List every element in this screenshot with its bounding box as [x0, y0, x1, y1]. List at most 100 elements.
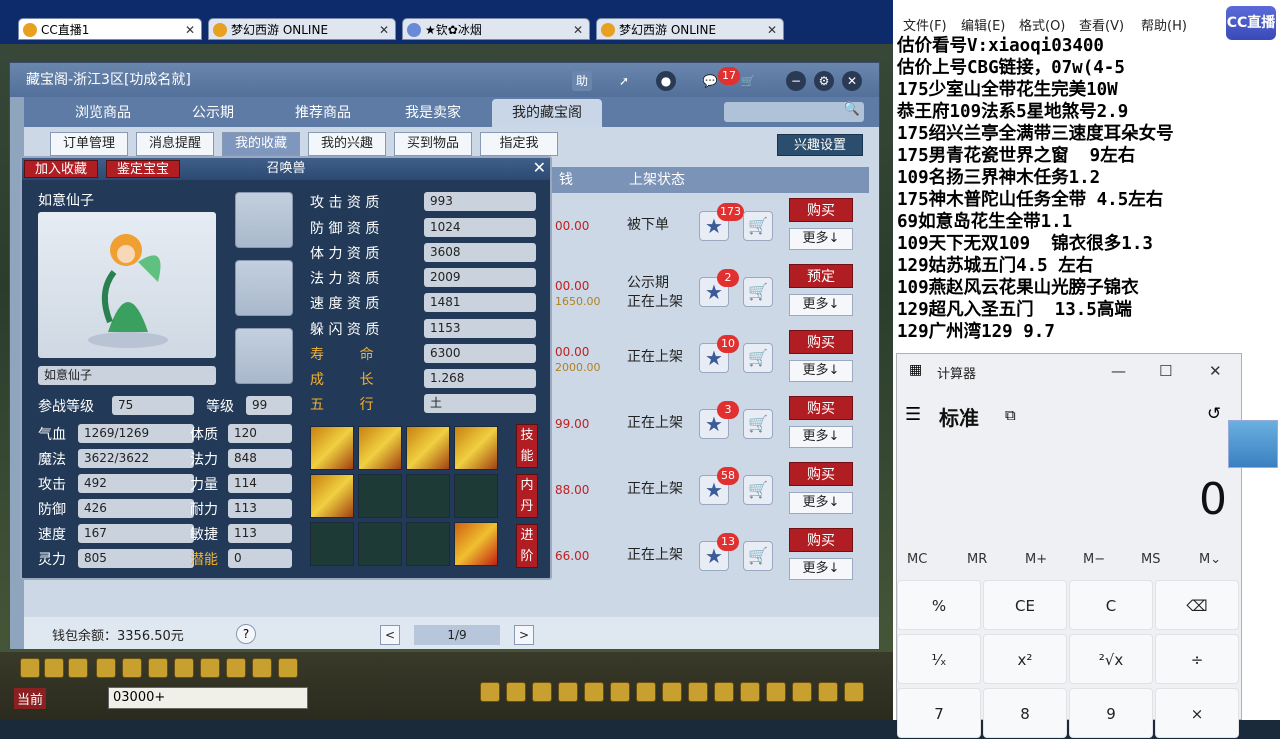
- key-7[interactable]: 7: [897, 688, 981, 738]
- subtab-interests[interactable]: 我的兴趣: [308, 132, 386, 156]
- item-icon[interactable]: [558, 682, 578, 702]
- item-icon[interactable]: [714, 682, 734, 702]
- dropdown-icon[interactable]: [278, 658, 298, 678]
- tab-public[interactable]: 公示期: [158, 99, 268, 127]
- arrow-down-icon[interactable]: [68, 658, 88, 678]
- close-button[interactable]: ✕: [842, 71, 862, 91]
- square-key[interactable]: x²: [983, 634, 1067, 684]
- pen-icon[interactable]: [200, 658, 220, 678]
- cart-icon[interactable]: 🛒: [743, 541, 773, 571]
- key-8[interactable]: 8: [983, 688, 1067, 738]
- side-thumbnail[interactable]: [1228, 420, 1278, 468]
- memory-store-button[interactable]: MS: [1141, 552, 1160, 567]
- subtab-messages[interactable]: 消息提醒: [136, 132, 214, 156]
- skills-button[interactable]: 技能: [516, 424, 538, 468]
- item-icon[interactable]: [636, 682, 656, 702]
- history-icon[interactable]: ↺: [1207, 404, 1221, 424]
- close-icon[interactable]: ✕: [767, 19, 777, 39]
- item-icon[interactable]: [506, 682, 526, 702]
- tab-browse[interactable]: 浏览商品: [48, 99, 158, 127]
- notepad-text[interactable]: 估价看号V:xiaoqi03400 估价上号CBG链接，07w(4-5 175少室山…: [897, 35, 1174, 343]
- reserve-button[interactable]: 预定: [789, 264, 853, 288]
- item-icon[interactable]: [792, 682, 812, 702]
- reciprocal-key[interactable]: ¹⁄ₓ: [897, 634, 981, 684]
- settings-button[interactable]: ⚙: [814, 71, 834, 91]
- multiply-key[interactable]: ×: [1155, 688, 1239, 738]
- help-icon[interactable]: ?: [236, 624, 256, 644]
- item-icon[interactable]: [662, 682, 682, 702]
- backspace-key[interactable]: ⌫: [1155, 580, 1239, 630]
- skill-icon[interactable]: [454, 426, 498, 470]
- percent-key[interactable]: %: [897, 580, 981, 630]
- close-button[interactable]: ✕: [1209, 362, 1222, 380]
- equipment-slot-1[interactable]: [235, 192, 293, 248]
- equipment-slot-3[interactable]: [235, 328, 293, 384]
- subtab-favorites[interactable]: 我的收藏: [222, 132, 300, 156]
- subtab-orders[interactable]: 订单管理: [50, 132, 128, 156]
- buy-button[interactable]: 购买: [789, 330, 853, 354]
- more-button[interactable]: 更多↓: [789, 426, 853, 448]
- help-button[interactable]: 助: [572, 71, 592, 91]
- move-icon[interactable]: [96, 658, 116, 678]
- minimize-button[interactable]: —: [1111, 362, 1126, 380]
- key-9[interactable]: 9: [1069, 688, 1153, 738]
- cart-icon[interactable]: 🛒: [743, 211, 773, 241]
- menu-file[interactable]: 文件(F): [903, 15, 947, 34]
- add-favorite-button[interactable]: 加入收藏: [24, 160, 98, 178]
- appraise-button[interactable]: 鉴定宝宝: [106, 160, 180, 178]
- interest-settings-button[interactable]: 兴趣设置: [777, 134, 863, 156]
- equipment-slot-2[interactable]: [235, 260, 293, 316]
- buy-button[interactable]: 购买: [789, 396, 853, 420]
- item-icon[interactable]: [532, 682, 552, 702]
- search-input[interactable]: 🔍: [724, 102, 864, 122]
- item-icon[interactable]: [610, 682, 630, 702]
- close-icon[interactable]: ✕: [573, 19, 583, 39]
- memory-list-button[interactable]: M⌄: [1199, 552, 1221, 567]
- clear-entry-key[interactable]: CE: [983, 580, 1067, 630]
- memory-recall-button[interactable]: MR: [967, 552, 987, 567]
- close-icon[interactable]: ✕: [533, 159, 546, 177]
- menu-help[interactable]: 帮助(H): [1141, 15, 1187, 34]
- subtab-assigned[interactable]: 指定我: [480, 132, 558, 156]
- memory-subtract-button[interactable]: M−: [1083, 552, 1105, 567]
- close-icon[interactable]: ✕: [379, 19, 389, 39]
- tab-seller[interactable]: 我是卖家: [378, 99, 488, 127]
- minimize-button[interactable]: −: [786, 71, 806, 91]
- more-button[interactable]: 更多↓: [789, 360, 853, 382]
- item-icon[interactable]: [766, 682, 786, 702]
- search-icon[interactable]: 🔍: [844, 102, 860, 117]
- maximize-button[interactable]: ☐: [1159, 362, 1172, 380]
- browser-tab-1[interactable]: CC直播1 ✕: [18, 18, 202, 40]
- zoom-icon[interactable]: [122, 658, 142, 678]
- more-button[interactable]: 更多↓: [789, 558, 853, 580]
- cart-icon[interactable]: 🛒: [738, 71, 758, 91]
- menu-view[interactable]: 查看(V): [1079, 15, 1124, 34]
- tab-my-pavilion[interactable]: 我的藏宝阁: [492, 99, 602, 127]
- cart-icon[interactable]: 🛒: [743, 475, 773, 505]
- message-icon[interactable]: 💬: [700, 71, 720, 91]
- memory-clear-button[interactable]: MC: [907, 552, 927, 567]
- chat-input[interactable]: 03000+: [108, 687, 308, 709]
- menu-format[interactable]: 格式(O): [1019, 15, 1065, 34]
- hamburger-menu-icon[interactable]: ☰: [905, 404, 921, 425]
- menu-edit[interactable]: 编辑(E): [961, 15, 1005, 34]
- buy-button[interactable]: 购买: [789, 528, 853, 552]
- more-button[interactable]: 更多↓: [789, 294, 853, 316]
- item-icon[interactable]: [818, 682, 838, 702]
- item-icon[interactable]: [688, 682, 708, 702]
- fire-skill-icon[interactable]: [454, 522, 498, 566]
- menu-icon[interactable]: [252, 658, 272, 678]
- arrow-up-icon[interactable]: [44, 658, 64, 678]
- record-icon[interactable]: ●: [656, 71, 676, 91]
- memory-add-button[interactable]: M+: [1025, 552, 1047, 567]
- skill-icon[interactable]: [310, 426, 354, 470]
- arrow-left-icon[interactable]: [20, 658, 40, 678]
- cart-icon[interactable]: 🛒: [743, 409, 773, 439]
- more-button[interactable]: 更多↓: [789, 492, 853, 514]
- skill-icon[interactable]: [406, 426, 450, 470]
- item-icon[interactable]: [844, 682, 864, 702]
- skill-icon[interactable]: [358, 426, 402, 470]
- more-button[interactable]: 更多↓: [789, 228, 853, 250]
- subtab-bought[interactable]: 买到物品: [394, 132, 472, 156]
- prev-page-button[interactable]: <: [380, 625, 400, 645]
